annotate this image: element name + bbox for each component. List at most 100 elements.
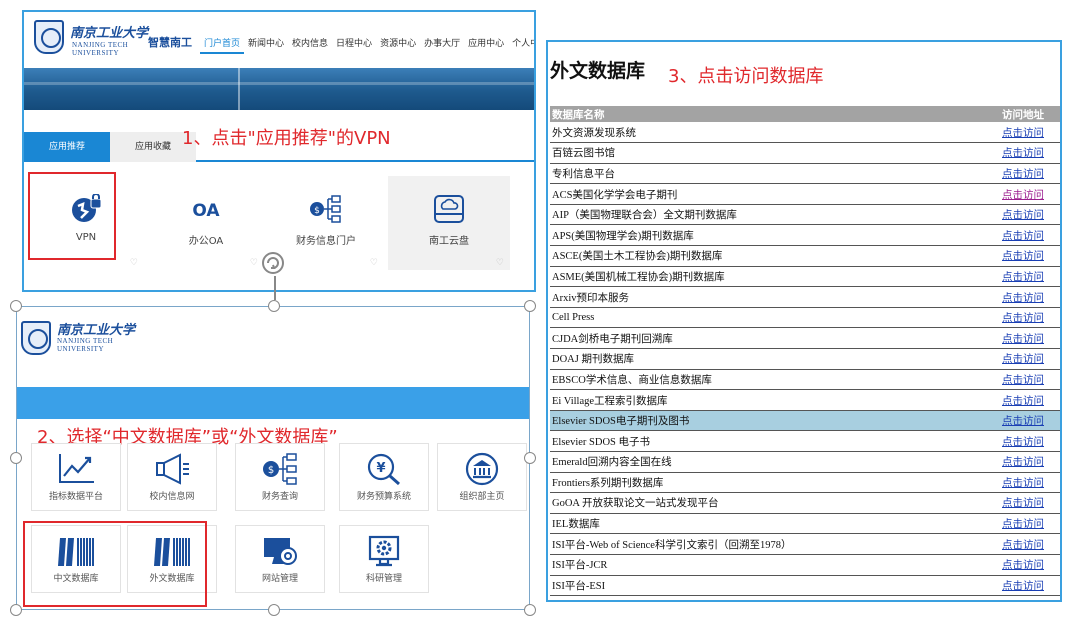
database-name: Frontiers系列期刊数据库	[550, 472, 1000, 494]
resize-handle-middle-left[interactable]	[10, 452, 22, 464]
table-row: ACS美国化学学会电子期刊 点击访问	[550, 183, 1060, 205]
visit-link[interactable]: 点击访问	[1000, 513, 1060, 535]
vpn-highlight-box	[28, 172, 116, 260]
favorite-heart-icon[interactable]: ♡	[370, 258, 378, 268]
visit-link[interactable]: 点击访问	[1000, 204, 1060, 226]
table-row: ISI平台-JCR 点击访问	[550, 554, 1060, 576]
favorite-heart-icon[interactable]: ♡	[130, 258, 138, 268]
visit-link[interactable]: 点击访问	[1000, 266, 1060, 288]
favorite-heart-icon[interactable]: ♡	[496, 258, 504, 268]
svg-text:¥: ¥	[376, 461, 385, 476]
table-header-row: 数据库名称 访问地址	[550, 106, 1060, 122]
nav-personal[interactable]: 个人中心	[508, 36, 534, 54]
nav-campus-info[interactable]: 校内信息	[288, 36, 332, 54]
visit-link[interactable]: 点击访问	[1000, 245, 1060, 267]
visit-link[interactable]: 点击访问	[1000, 142, 1060, 164]
column-header-link: 访问地址	[1000, 106, 1060, 122]
top-nav: 门户首页 新闻中心 校内信息 日程中心 资源中心 办事大厅 应用中心 个人中心	[200, 36, 534, 54]
visit-link[interactable]: 点击访问	[1000, 451, 1060, 473]
resize-handle-bottom-left[interactable]	[10, 604, 22, 616]
visit-link[interactable]: 点击访问	[1000, 389, 1060, 411]
database-name: Elsevier SDOS 电子书	[550, 430, 1000, 452]
visit-link[interactable]: 点击访问	[1000, 472, 1060, 494]
tile-label: 财务查询	[261, 492, 298, 502]
visit-link[interactable]: 点击访问	[1000, 533, 1060, 555]
resize-handle-top-center[interactable]	[268, 300, 280, 312]
database-name: APS(美国物理学会)期刊数据库	[550, 224, 1000, 247]
table-row: Elsevier SDOS电子期刊及图书 点击访问	[550, 410, 1060, 432]
visit-link[interactable]: 点击访问	[1000, 430, 1060, 452]
university-name-en-2: UNIVERSITY	[72, 49, 119, 57]
database-name: CJDA剑桥电子期刊回溯库	[550, 327, 1000, 350]
visit-link[interactable]: 点击访问	[1000, 163, 1060, 185]
visit-link[interactable]: 点击访问	[1000, 286, 1060, 308]
nav-service-hall[interactable]: 办事大厅	[420, 36, 464, 54]
app-oa[interactable]: OA 办公OA ♡	[148, 176, 264, 270]
visit-link[interactable]: 点击访问	[1000, 492, 1060, 514]
visit-link[interactable]: 点击访问	[1000, 327, 1060, 350]
tile-indicator-platform[interactable]: 指标数据平台	[31, 443, 121, 511]
visit-link[interactable]: 点击访问	[1000, 224, 1060, 247]
tab-recommended-apps[interactable]: 应用推荐	[24, 132, 110, 162]
tile-website-admin[interactable]: 网站管理	[235, 525, 325, 593]
nav-news[interactable]: 新闻中心	[244, 36, 288, 54]
database-name: GoOA 开放获取论文一站式发现平台	[550, 492, 1000, 514]
trend-chart-icon	[59, 454, 94, 483]
rotate-handle-icon[interactable]	[258, 248, 288, 278]
monitor-gear-icon	[368, 535, 400, 567]
tile-label: 校内信息网	[149, 492, 195, 502]
table-row: ISI平台-ESI 点击访问	[550, 575, 1060, 597]
resize-handle-middle-right[interactable]	[524, 452, 536, 464]
resize-handle-bottom-center[interactable]	[268, 604, 280, 616]
visit-link[interactable]: 点击访问	[1000, 183, 1060, 205]
database-name: Arxiv预印本服务	[550, 286, 1000, 308]
app-cloud-drive[interactable]: 南工云盘 ♡	[388, 176, 510, 270]
visit-link[interactable]: 点击访问	[1000, 122, 1060, 144]
visit-link[interactable]: 点击访问	[1000, 554, 1060, 576]
table-row: CJDA剑桥电子期刊回溯库 点击访问	[550, 327, 1060, 350]
tile-org-dept-home[interactable]: 组织部主页	[437, 443, 527, 511]
database-highlight-box	[23, 521, 207, 607]
portal-banner	[24, 68, 534, 110]
step3-annotation: 3、点击访问数据库	[668, 66, 824, 87]
tile-finance-query[interactable]: $ 财务查询	[235, 443, 325, 511]
visit-link[interactable]: 点击访问	[1000, 575, 1060, 597]
table-row: Elsevier SDOS 电子书 点击访问	[550, 430, 1060, 452]
database-name: ACS美国化学学会电子期刊	[550, 183, 1000, 205]
finance-portal-icon: $	[310, 195, 341, 223]
database-table: 数据库名称 访问地址 外文资源发现系统 点击访问 百链云图书馆 点击访问 专利信息平台点…	[550, 106, 1060, 597]
nav-resources[interactable]: 资源中心	[376, 36, 420, 54]
table-row: Ei Village工程索引数据库 点击访问	[550, 389, 1060, 411]
resize-handle-top-right[interactable]	[524, 300, 536, 312]
table-row: APS(美国物理学会)期刊数据库 点击访问	[550, 224, 1060, 247]
university-name-en-2: UNIVERSITY	[57, 345, 104, 353]
institution-icon	[465, 452, 499, 486]
database-name: IEL数据库	[550, 513, 1000, 535]
portal-header: 南京工业大学 NANJING TECH UNIVERSITY 智慧南工 门户首页…	[24, 12, 534, 68]
resize-handle-bottom-right[interactable]	[524, 604, 536, 616]
visit-link[interactable]: 点击访问	[1000, 410, 1060, 432]
table-row: Cell Press 点击访问	[550, 307, 1060, 329]
nav-app-center[interactable]: 应用中心	[464, 36, 508, 54]
database-name: 专利信息平台	[550, 163, 1000, 185]
app-label: 南工云盘	[429, 236, 469, 247]
page-title: 外文数据库	[550, 60, 646, 82]
tile-label: 财务预算系统	[356, 492, 411, 502]
tile-label: 网站管理	[261, 574, 298, 584]
university-seal-icon	[21, 321, 51, 355]
tile-research-admin[interactable]: 科研管理	[339, 525, 429, 593]
finance-query-icon: $	[263, 453, 297, 485]
database-name: AIP（美国物理联合会）全文期刊数据库	[550, 204, 1000, 226]
visit-link[interactable]: 点击访问	[1000, 369, 1060, 391]
resize-handle-top-left[interactable]	[10, 300, 22, 312]
tile-budget-system[interactable]: ¥ 财务预算系统	[339, 443, 429, 511]
visit-link[interactable]: 点击访问	[1000, 307, 1060, 329]
database-name: ISI平台-Web of Science科学引文索引（回溯至1978）	[550, 533, 1000, 555]
nav-schedule[interactable]: 日程中心	[332, 36, 376, 54]
visit-link[interactable]: 点击访问	[1000, 348, 1060, 370]
university-name-en-1: NANJING TECH	[57, 337, 114, 345]
tile-campus-info-net[interactable]: 校内信息网	[127, 443, 217, 511]
favorite-heart-icon[interactable]: ♡	[250, 258, 258, 268]
database-name: Elsevier SDOS电子期刊及图书	[550, 410, 1000, 432]
nav-home[interactable]: 门户首页	[200, 36, 245, 54]
